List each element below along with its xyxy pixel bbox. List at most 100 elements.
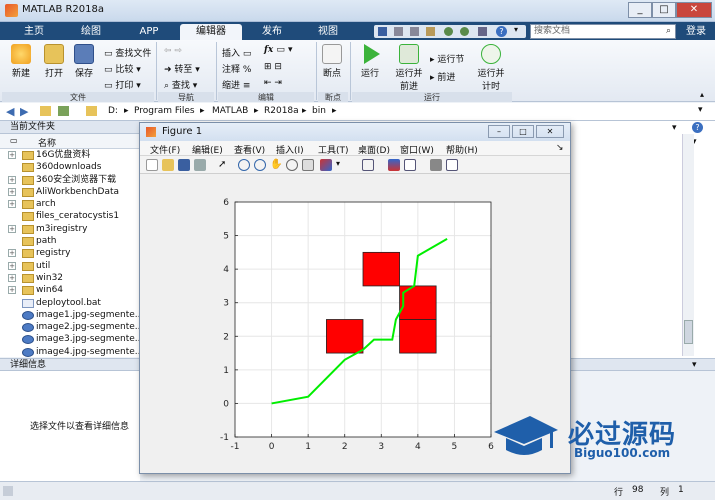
goto-button[interactable]: ➜ 转至 ▾ [164, 62, 200, 75]
search-docs-input[interactable]: 搜索文档 ⌕ [530, 24, 676, 39]
menu-edit[interactable]: 编辑(E) [192, 143, 223, 156]
name-column-header[interactable]: ▭ 名称 [0, 134, 140, 149]
maximize-button[interactable]: □ [652, 2, 676, 18]
menu-insert[interactable]: 插入(I) [276, 143, 304, 156]
chevron-down-icon[interactable]: ▾ [698, 105, 703, 115]
comment-button[interactable]: 注释 % [222, 62, 251, 75]
list-item[interactable]: image2.jpg-segmente... [0, 321, 140, 333]
insert-button[interactable]: 插入 ▭ [222, 46, 251, 59]
paste-icon[interactable] [426, 27, 435, 36]
link-plot-icon[interactable] [362, 159, 374, 171]
chevron-down-icon[interactable]: ▾ [672, 123, 677, 133]
list-item[interactable]: + arch [0, 198, 140, 210]
menu-tools[interactable]: 工具(T) [318, 143, 349, 156]
indent-tools-icon[interactable]: ⇤ ⇥ [264, 78, 282, 88]
minimize-button[interactable]: _ [628, 2, 652, 18]
tab-plots[interactable]: 绘图 [64, 24, 118, 40]
expand-icon[interactable]: + [8, 151, 16, 159]
menu-window[interactable]: 窗口(W) [400, 143, 434, 156]
rotate-icon[interactable] [286, 159, 298, 171]
expand-icon[interactable]: + [8, 249, 16, 258]
expand-icon[interactable]: + [8, 175, 16, 184]
expand-icon[interactable]: + [8, 261, 16, 270]
nav-arrows-icon[interactable]: ⇦ ⇨ [164, 46, 182, 56]
expand-icon[interactable]: + [8, 224, 16, 233]
comment-tools-icon[interactable]: ⊞ ⊟ [264, 62, 282, 72]
list-item[interactable]: files_ceratocystis1 [0, 210, 140, 222]
list-item[interactable]: + win32 [0, 272, 140, 284]
close-button[interactable]: ✕ [536, 125, 564, 138]
list-item[interactable]: + m3iregistry [0, 223, 140, 235]
save-figure-icon[interactable] [178, 159, 190, 171]
open-button[interactable]: 打开 [40, 44, 68, 79]
expand-icon[interactable]: + [8, 273, 16, 282]
hide-plot-tools-icon[interactable] [430, 159, 442, 171]
crumb-matlab[interactable]: MATLAB [212, 106, 248, 116]
chevron-down-icon[interactable]: ▾ [514, 25, 518, 34]
chevron-down-icon[interactable]: ▾ [692, 359, 697, 371]
save-icon[interactable] [378, 27, 387, 36]
forward-icon[interactable]: ▶ [20, 105, 28, 118]
zoom-in-icon[interactable] [238, 159, 250, 171]
crumb-r2018a[interactable]: R2018a [264, 106, 299, 116]
advance-button[interactable]: ▸ 前进 [430, 70, 455, 83]
fx-button[interactable]: fx ▭ ▾ [264, 45, 293, 55]
list-item[interactable]: +16G优盘资料 [0, 149, 140, 161]
crumb-program-files[interactable]: Program Files [134, 106, 195, 116]
list-item[interactable]: + registry [0, 247, 140, 259]
list-item[interactable]: deploytool.bat [0, 297, 140, 309]
run-time-button[interactable]: 运行并计时 [474, 44, 508, 92]
zoom-out-icon[interactable] [254, 159, 266, 171]
tab-home[interactable]: 主页 [8, 24, 60, 40]
help-icon[interactable]: ? [692, 122, 703, 133]
login-button[interactable]: 登录 [680, 24, 712, 39]
indent-button[interactable]: 缩进 ≡ [222, 78, 250, 91]
dock-icon[interactable]: ↘ [556, 143, 564, 153]
menu-view[interactable]: 查看(V) [234, 143, 265, 156]
list-item[interactable]: + util [0, 260, 140, 272]
expand-icon[interactable]: + [8, 187, 16, 196]
expand-icon[interactable]: + [8, 200, 16, 209]
find-button[interactable]: ⌕ 查找 ▾ [164, 78, 197, 91]
menu-help[interactable]: 帮助(H) [446, 143, 478, 156]
breakpoints-button[interactable]: 断点 [318, 44, 346, 79]
scroll-thumb[interactable] [684, 320, 693, 344]
tab-apps[interactable]: APP [122, 24, 176, 40]
ribbon-collapse-icon[interactable]: ▴ [700, 90, 704, 99]
up-folder-icon[interactable] [40, 106, 51, 116]
show-plot-tools-icon[interactable] [446, 159, 458, 171]
save-button[interactable]: 保存 [70, 44, 98, 79]
close-button[interactable]: ✕ [676, 2, 712, 18]
browse-icon[interactable] [58, 106, 69, 116]
legend-icon[interactable] [404, 159, 416, 171]
chevron-down-icon[interactable]: ▾ [336, 159, 348, 171]
search-icon[interactable]: ⌕ [666, 25, 671, 38]
undo-icon[interactable] [444, 27, 453, 36]
menu-desktop[interactable]: 桌面(D) [358, 143, 390, 156]
run-section-button[interactable]: ▸ 运行节 [430, 52, 464, 65]
brush-icon[interactable] [320, 159, 332, 171]
compare-button[interactable]: ▭ 比较 ▾ [104, 62, 141, 75]
list-item[interactable]: + AliWorkbenchData [0, 186, 140, 198]
run-advance-button[interactable]: 运行并前进 [392, 44, 426, 92]
list-item[interactable]: image3.jpg-segmente... [0, 333, 140, 345]
crumb-bin[interactable]: bin [312, 106, 326, 116]
colorbar-icon[interactable] [388, 159, 400, 171]
new-figure-icon[interactable] [146, 159, 158, 171]
vertical-scrollbar[interactable] [682, 134, 694, 356]
data-cursor-icon[interactable] [302, 159, 314, 171]
switch-windows-icon[interactable] [478, 27, 487, 36]
copy-icon[interactable] [410, 27, 419, 36]
help-icon[interactable]: ? [496, 26, 507, 37]
run-button[interactable]: 运行 [356, 44, 384, 79]
figure-title-bar[interactable]: Figure 1 – □ ✕ [140, 123, 570, 141]
menu-file[interactable]: 文件(F) [150, 143, 180, 156]
list-item[interactable]: +360安全浏览器下载 [0, 174, 140, 186]
list-item[interactable]: image4.jpg-segmente... [0, 346, 140, 357]
tab-editor[interactable]: 编辑器 [180, 24, 242, 40]
find-files-button[interactable]: ▭ 查找文件 [104, 46, 151, 59]
maximize-button[interactable]: □ [512, 125, 534, 138]
new-button[interactable]: 新建 [6, 44, 36, 79]
back-icon[interactable]: ◀ [6, 105, 14, 118]
tab-view[interactable]: 视图 [302, 24, 354, 40]
